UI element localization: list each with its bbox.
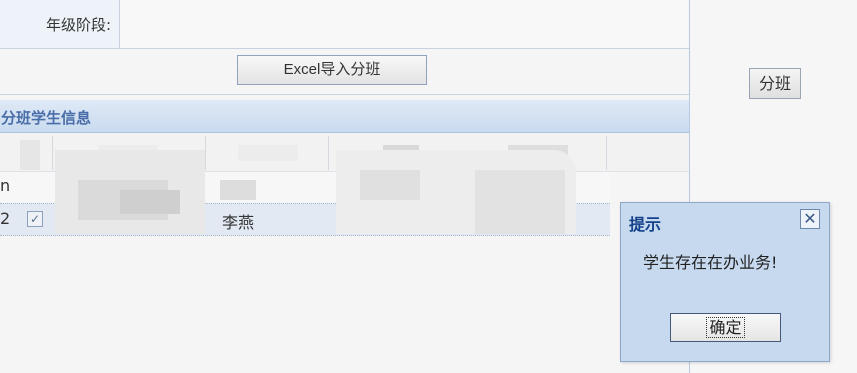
column-divider — [52, 136, 53, 170]
column-divider — [606, 136, 607, 170]
ok-button[interactable]: 确定 — [670, 313, 781, 342]
blurred-data-block — [120, 190, 180, 214]
blurred-data-block — [220, 180, 256, 200]
section-title: 分班学生信息 — [1, 109, 92, 127]
blurred-data-block — [475, 170, 565, 234]
dialog-title: 提示 — [629, 215, 662, 234]
close-icon[interactable]: ✕ — [800, 209, 820, 229]
grade-stage-label-cell: 年级阶段: — [0, 0, 120, 48]
column-divider — [328, 136, 329, 170]
grade-stage-row: 年级阶段: — [0, 0, 689, 49]
blurred-header-cell — [20, 140, 40, 170]
section-header: 分班学生信息 — [0, 100, 689, 133]
split-class-button[interactable]: 分班 — [749, 68, 801, 99]
dialog-message: 学生存在在办业务! — [643, 253, 778, 272]
row-index: 2 — [0, 209, 11, 228]
ok-button-label: 确定 — [706, 317, 745, 338]
grade-stage-label: 年级阶段: — [45, 16, 111, 34]
row-name: 李燕 — [222, 213, 255, 232]
excel-import-button[interactable]: Excel导入分班 — [237, 55, 427, 85]
grade-stage-value — [120, 0, 689, 48]
import-row: Excel导入分班 — [0, 49, 689, 95]
blurred-data-block — [360, 170, 420, 200]
row-index: n — [0, 176, 11, 195]
column-divider — [205, 136, 206, 170]
blurred-header-cell — [238, 145, 298, 161]
alert-dialog: 提示 ✕ 学生存在在办业务! 确定 — [620, 202, 830, 362]
student-class-panel: 年级阶段: Excel导入分班 分班学生信息 n 2 ✓ 李燕 女 — [0, 0, 690, 373]
row-checkbox[interactable]: ✓ — [27, 211, 43, 227]
